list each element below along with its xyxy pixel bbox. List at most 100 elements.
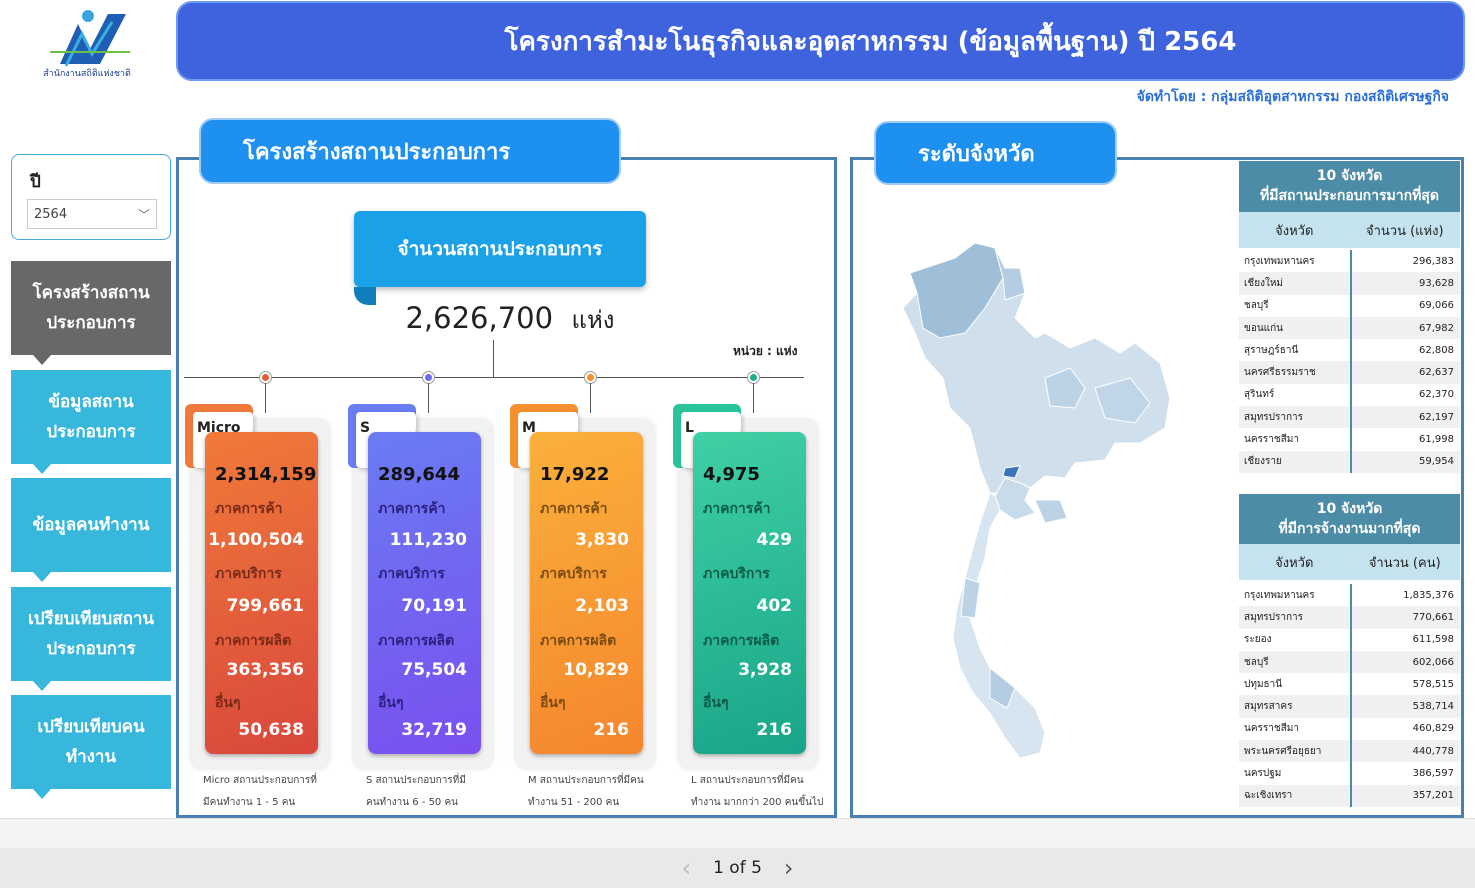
service-label: ภาคบริการ bbox=[215, 566, 282, 582]
province-title: ระดับจังหวัด bbox=[874, 121, 1117, 185]
province-name: สุราษฎร์ธานี bbox=[1239, 339, 1352, 362]
table-row[interactable]: สุราษฎร์ธานี 62,808 bbox=[1239, 339, 1460, 362]
thailand-map[interactable] bbox=[895, 238, 1175, 778]
count-label-box: จำนวนสถานประกอบการ bbox=[354, 211, 646, 287]
pin-line bbox=[428, 383, 429, 413]
nav-workers-info[interactable]: ข้อมูลคนทำงาน bbox=[11, 478, 171, 582]
size-tag-label: S bbox=[360, 420, 371, 436]
province-name: ชลบุรี bbox=[1239, 650, 1352, 674]
province-value: 602,066 bbox=[1412, 656, 1454, 668]
trade-value: 111,230 bbox=[389, 530, 467, 550]
nav-label: เปรียบเทียบคนทำงาน bbox=[37, 717, 145, 767]
province-value: 62,197 bbox=[1419, 411, 1454, 423]
service-value: 2,103 bbox=[575, 596, 629, 616]
table-row[interactable]: เชียงใหม่ 93,628 bbox=[1239, 272, 1460, 295]
province-value: 357,201 bbox=[1412, 790, 1454, 802]
province-name: พระนครศรีอยุธยา bbox=[1239, 740, 1352, 763]
note-line: Micro สถานประกอบการที่ bbox=[203, 775, 317, 786]
province-value: 67,982 bbox=[1419, 322, 1454, 334]
column-province[interactable]: จังหวัด bbox=[1239, 212, 1350, 248]
table-row[interactable]: กรุงเทพมหานคร 1,835,376 bbox=[1239, 584, 1460, 607]
province-name: สมุทรปราการ bbox=[1239, 606, 1352, 629]
column-count[interactable]: จำนวน (แห่ง) bbox=[1350, 212, 1461, 248]
province-value: 440,778 bbox=[1412, 745, 1454, 757]
trade-label: ภาคการค้า bbox=[378, 501, 446, 517]
credit-text: จัดทำโดย : กลุ่มสถิติอุตสาหกรรม กองสถิติ… bbox=[1136, 89, 1449, 105]
table-row[interactable]: กรุงเทพมหานคร 296,383 bbox=[1239, 250, 1460, 273]
table-row[interactable]: ระยอง 611,598 bbox=[1239, 628, 1460, 651]
table-row[interactable]: ขอนแก่น 67,982 bbox=[1239, 316, 1460, 340]
table-row[interactable]: สุรินทร์ 62,370 bbox=[1239, 383, 1460, 407]
manufacturing-label: ภาคการผลิต bbox=[703, 633, 780, 649]
province-value: 460,829 bbox=[1412, 723, 1454, 735]
province-name: นครปฐม bbox=[1239, 762, 1352, 785]
table-row[interactable]: ชลบุรี 602,066 bbox=[1239, 650, 1460, 674]
table-row[interactable]: นครศรีธรรมราช 62,637 bbox=[1239, 361, 1460, 384]
province-name: ขอนแก่น bbox=[1239, 316, 1352, 340]
nav-structure[interactable]: โครงสร้างสถานประกอบการ bbox=[11, 261, 171, 365]
size-card[interactable]: 2,314,159 ภาคการค้า 1,100,504 ภาคบริการ … bbox=[205, 432, 318, 754]
table-row[interactable]: เชียงราย 59,954 bbox=[1239, 450, 1460, 473]
table-row[interactable]: สมุทรสาคร 538,714 bbox=[1239, 695, 1460, 718]
pin-line bbox=[265, 383, 266, 413]
pin-line bbox=[753, 383, 754, 413]
pin-marker bbox=[260, 372, 271, 383]
service-value: 70,191 bbox=[401, 596, 467, 616]
table-subtitle: ที่มีการจ้างงานมากที่สุด bbox=[1278, 521, 1421, 537]
nav-compare-workers[interactable]: เปรียบเทียบคนทำงาน bbox=[11, 695, 171, 799]
table-row[interactable]: นครปฐม 386,597 bbox=[1239, 762, 1460, 785]
table-row[interactable]: นครราชสีมา 460,829 bbox=[1239, 717, 1460, 741]
table-title: 10 จังหวัด bbox=[1316, 168, 1383, 184]
column-count[interactable]: จำนวน (คน) bbox=[1350, 544, 1461, 580]
table-header: 10 จังหวัดที่มีสถานประกอบการมากที่สุด bbox=[1239, 161, 1460, 212]
province-value: 296,383 bbox=[1412, 255, 1454, 267]
size-tag-label: Micro bbox=[197, 420, 241, 436]
top-establishments-table: 10 จังหวัดที่มีสถานประกอบการมากที่สุด จั… bbox=[1239, 161, 1460, 473]
size-note: L สถานประกอบการที่มีคน ทำงาน มากกว่า 200 … bbox=[691, 770, 836, 814]
year-label: ปี bbox=[30, 172, 41, 192]
manufacturing-value: 10,829 bbox=[563, 660, 629, 680]
table-row[interactable]: ชลบุรี 69,066 bbox=[1239, 294, 1460, 317]
table-columns: จังหวัด จำนวน (คน) bbox=[1239, 544, 1460, 580]
table-row[interactable]: สมุทรปราการ 770,661 bbox=[1239, 606, 1460, 629]
next-page-icon[interactable]: › bbox=[784, 856, 794, 880]
pin-marker bbox=[585, 372, 596, 383]
province-name: ปทุมธานี bbox=[1239, 673, 1352, 696]
trade-label: ภาคการค้า bbox=[215, 501, 283, 517]
previous-page-icon[interactable]: ‹ bbox=[681, 856, 691, 880]
province-value: 61,998 bbox=[1419, 434, 1454, 446]
province-value: 611,598 bbox=[1412, 634, 1454, 646]
province-name: เชียงราย bbox=[1239, 450, 1352, 473]
table-row[interactable]: นครราชสีมา 61,998 bbox=[1239, 428, 1460, 451]
column-province[interactable]: จังหวัด bbox=[1239, 544, 1350, 580]
table-subtitle: ที่มีสถานประกอบการมากที่สุด bbox=[1260, 188, 1439, 204]
table-row[interactable]: พระนครศรีอยุธยา 440,778 bbox=[1239, 740, 1460, 763]
size-card[interactable]: 17,922 ภาคการค้า 3,830 ภาคบริการ 2,103 ภ… bbox=[530, 432, 643, 754]
trade-label: ภาคการค้า bbox=[703, 501, 771, 517]
size-card[interactable]: 289,644 ภาคการค้า 111,230 ภาคบริการ 70,1… bbox=[368, 432, 481, 754]
unit-note: หน่วย : แห่ง bbox=[733, 344, 798, 358]
table-row[interactable]: ปทุมธานี 578,515 bbox=[1239, 673, 1460, 696]
other-label: อื่นๆ bbox=[215, 695, 241, 711]
nav-compare-establishment[interactable]: เปรียบเทียบสถานประกอบการ bbox=[11, 587, 171, 691]
logo-text: สำนักงานสถิติแห่งชาติ bbox=[43, 69, 131, 79]
chevron-down-icon: ﹀ bbox=[137, 207, 150, 222]
pin-marker bbox=[748, 372, 759, 383]
table-row[interactable]: สมุทรปราการ 62,197 bbox=[1239, 406, 1460, 429]
trade-value: 429 bbox=[756, 530, 793, 550]
province-value: 93,628 bbox=[1419, 277, 1454, 289]
province-value: 59,954 bbox=[1419, 456, 1454, 468]
year-dropdown[interactable]: 2564 ﹀ bbox=[27, 199, 157, 229]
province-name: ระยอง bbox=[1239, 628, 1352, 651]
size-tag-label: L bbox=[685, 420, 694, 436]
table-row[interactable]: ฉะเชิงเทรา 357,201 bbox=[1239, 784, 1460, 807]
table-header: 10 จังหวัด ที่มีการจ้างงานมากที่สุด bbox=[1239, 494, 1460, 544]
province-value: 578,515 bbox=[1412, 678, 1454, 690]
service-label: ภาคบริการ bbox=[378, 566, 445, 582]
province-name: กรุงเทพมหานคร bbox=[1239, 250, 1352, 273]
trade-value: 1,100,504 bbox=[208, 530, 304, 550]
province-name: เชียงใหม่ bbox=[1239, 272, 1352, 295]
nav-establishment-info[interactable]: ข้อมูลสถานประกอบการ bbox=[11, 370, 171, 474]
size-card[interactable]: 4,975 ภาคการค้า 429 ภาคบริการ 402 ภาคการ… bbox=[693, 432, 806, 754]
total-unit: แห่ง bbox=[571, 306, 615, 334]
